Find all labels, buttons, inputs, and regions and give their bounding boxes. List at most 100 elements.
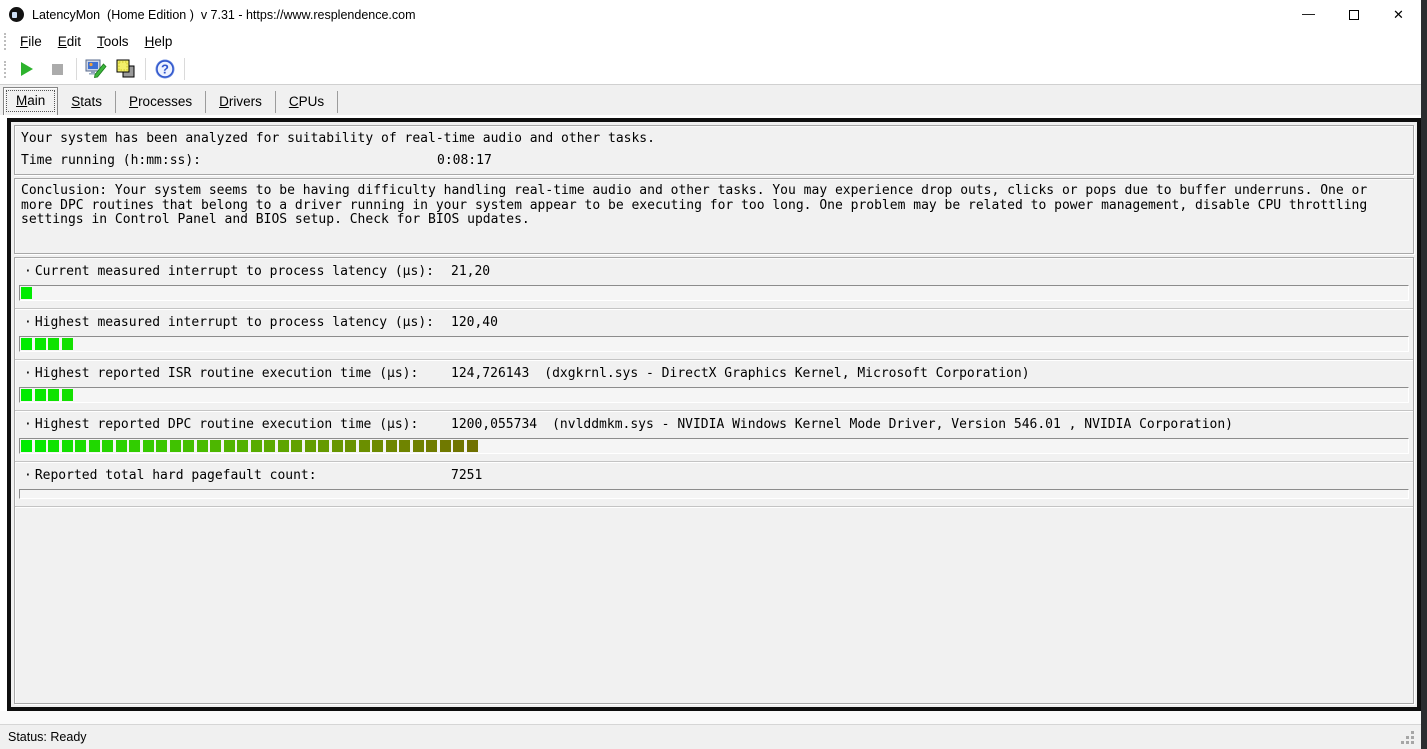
tab-cpus[interactable]: CPUs xyxy=(276,91,339,113)
bar-segment xyxy=(61,338,73,350)
help-button[interactable]: ? xyxy=(151,56,179,82)
app-icon xyxy=(9,7,24,22)
bar-segment xyxy=(169,440,181,452)
bar-segment xyxy=(439,440,451,452)
bar-segment xyxy=(88,440,100,452)
toolbar-separator xyxy=(76,58,77,80)
menu-tools[interactable]: Tools xyxy=(89,31,137,52)
measurement-bullet: · xyxy=(24,417,32,432)
resize-grip-icon[interactable] xyxy=(1411,741,1414,744)
main-tab-page: Your system has been analyzed for suitab… xyxy=(7,118,1421,711)
measurement-value: 21,20 xyxy=(451,264,491,279)
bar-segment xyxy=(237,440,248,452)
measurement-label: Highest reported ISR routine execution t… xyxy=(34,366,419,381)
bar-segment xyxy=(412,440,424,452)
start-monitor-button[interactable] xyxy=(13,56,41,82)
bar-segment xyxy=(61,440,73,452)
toolbar-gripper xyxy=(4,60,6,78)
svg-text:?: ? xyxy=(161,62,169,77)
minimize-button[interactable]: — xyxy=(1286,0,1331,29)
measurement-row: · Highest reported ISR routine execution … xyxy=(15,360,1413,411)
measurement-label: Reported total hard pagefault count: xyxy=(34,468,317,483)
conclusion-text: Conclusion: Your system seems to be havi… xyxy=(21,183,1368,227)
titlebar: LatencyMon (Home Edition ) v 7.31 - http… xyxy=(0,0,1427,29)
monitor-pencil-icon xyxy=(85,59,107,78)
bar-segment xyxy=(385,440,397,452)
measurement-bar xyxy=(19,489,1409,499)
measurement-value: 1200,055734 xyxy=(451,417,538,432)
analysis-headline: Your system has been analyzed for suitab… xyxy=(21,131,655,146)
measurement-value: 120,40 xyxy=(451,315,498,330)
measurement-bullet: · xyxy=(24,264,32,279)
bar-segment xyxy=(264,440,275,452)
bar-segment xyxy=(21,287,32,299)
play-icon xyxy=(21,62,33,76)
window-title: LatencyMon (Home Edition ) v 7.31 - http… xyxy=(32,7,416,22)
bar-segment xyxy=(331,440,343,452)
bar-segment xyxy=(34,440,46,452)
bar-segment xyxy=(183,440,194,452)
latency-tests-button[interactable] xyxy=(112,56,140,82)
measurement-bullet: · xyxy=(24,315,32,330)
window-border xyxy=(1421,0,1427,749)
bar-segment xyxy=(318,440,329,452)
statusbar: Status: Ready xyxy=(0,724,1427,749)
toolbar: ? xyxy=(0,54,1427,85)
question-mark-icon: ? xyxy=(155,59,175,79)
window-controls: — ✕ xyxy=(1286,0,1421,29)
measurement-bar xyxy=(19,336,1409,352)
bar-segment xyxy=(61,389,73,401)
bar-segment xyxy=(210,440,221,452)
conclusion-panel: Conclusion: Your system seems to be havi… xyxy=(14,178,1414,254)
bar-segment xyxy=(142,440,154,452)
menu-help[interactable]: Help xyxy=(137,31,181,52)
stop-icon xyxy=(51,63,63,75)
bar-segment xyxy=(75,440,86,452)
measurement-bar xyxy=(19,285,1409,301)
tab-stats[interactable]: Stats xyxy=(58,91,117,113)
status-gap xyxy=(0,711,1427,724)
tab-drivers[interactable]: Drivers xyxy=(206,91,276,113)
bar-segment xyxy=(102,440,113,452)
maximize-button[interactable] xyxy=(1331,0,1376,29)
bar-segment xyxy=(250,440,262,452)
bar-segment xyxy=(21,389,32,401)
measurement-detail: (dxgkrnl.sys - DirectX Graphics Kernel, … xyxy=(544,366,1030,381)
measurement-row: · Current measured interrupt to process l… xyxy=(15,258,1413,309)
bar-segment xyxy=(358,440,370,452)
bar-segment xyxy=(345,440,356,452)
bar-segment xyxy=(304,440,316,452)
tabbar: Main Stats Processes Drivers CPUs xyxy=(0,85,1427,115)
menu-edit[interactable]: Edit xyxy=(50,31,89,52)
stop-monitor-button xyxy=(43,56,71,82)
measurement-label: Highest measured interrupt to process la… xyxy=(34,315,434,330)
tab-main[interactable]: Main xyxy=(3,87,59,115)
bar-segment xyxy=(399,440,410,452)
menu-file[interactable]: File xyxy=(12,31,50,52)
bar-segment xyxy=(21,338,32,350)
bar-segment xyxy=(196,440,208,452)
close-button[interactable]: ✕ xyxy=(1376,0,1421,29)
bar-segment xyxy=(156,440,167,452)
analysis-panel: Your system has been analyzed for suitab… xyxy=(14,125,1414,175)
bar-segment xyxy=(21,440,32,452)
menubar-gripper xyxy=(4,33,6,50)
bar-segment xyxy=(48,389,59,401)
bar-segment xyxy=(34,389,46,401)
edit-options-button[interactable] xyxy=(82,56,110,82)
status-text: Status: Ready xyxy=(8,730,87,744)
bar-segment xyxy=(223,440,235,452)
measurement-row: · Highest reported DPC routine execution … xyxy=(15,411,1413,462)
measurement-value: 7251 xyxy=(451,468,483,483)
bar-segment xyxy=(48,440,59,452)
maximize-icon xyxy=(1348,9,1359,20)
measurement-bullet: · xyxy=(24,366,32,381)
measurement-row: · Highest measured interrupt to process l… xyxy=(15,309,1413,360)
measurement-bar xyxy=(19,438,1409,454)
menubar: File Edit Tools Help xyxy=(0,29,1427,54)
bar-segment xyxy=(277,440,289,452)
measurements-panel: · Current measured interrupt to process l… xyxy=(14,257,1414,704)
tab-processes[interactable]: Processes xyxy=(116,91,207,113)
bar-segment xyxy=(129,440,140,452)
measurement-value: 124,726143 xyxy=(451,366,530,381)
